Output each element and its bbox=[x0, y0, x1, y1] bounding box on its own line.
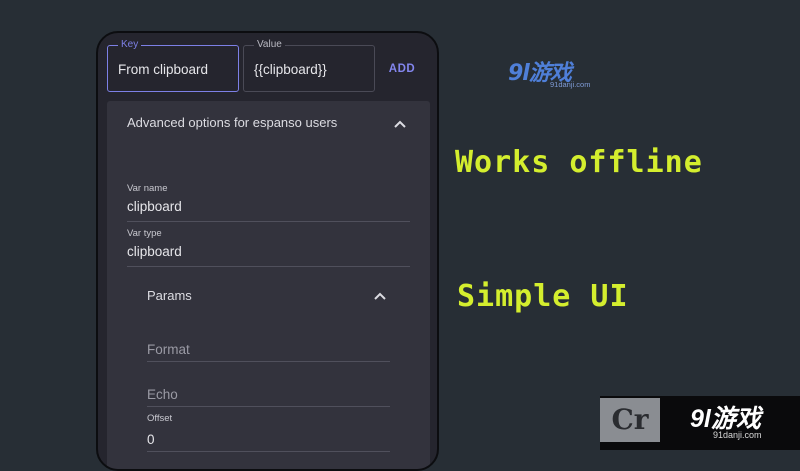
var-name-field[interactable]: clipboard bbox=[127, 199, 410, 222]
watermark-bottom-domain: 91danji.com bbox=[713, 430, 762, 440]
value-label: Value bbox=[254, 38, 285, 52]
format-field[interactable]: Format bbox=[147, 342, 390, 362]
chevron-up-icon[interactable] bbox=[373, 291, 387, 301]
echo-field[interactable]: Echo bbox=[147, 387, 390, 407]
var-type-label: Var type bbox=[127, 228, 162, 239]
offset-field[interactable]: 0 bbox=[147, 432, 390, 452]
value-input-value[interactable]: {{clipboard}} bbox=[254, 62, 327, 77]
watermark-top-domain: 91danji.com bbox=[550, 80, 591, 89]
watermark-cr-logo: Cr bbox=[600, 398, 660, 442]
promo-works-offline: Works offline bbox=[455, 145, 703, 180]
advanced-options-header[interactable]: Advanced options for espanso users bbox=[127, 115, 337, 130]
chevron-up-icon[interactable] bbox=[393, 119, 407, 129]
params-header[interactable]: Params bbox=[147, 288, 192, 303]
watermark-logo-bottom: Cr 9l游戏 91danji.com bbox=[600, 396, 800, 450]
phone-frame: Key From clipboard Value {{clipboard}} A… bbox=[96, 31, 439, 471]
promo-simple-ui: Simple UI bbox=[457, 279, 629, 314]
var-name-label: Var name bbox=[127, 183, 168, 194]
key-field[interactable]: Key From clipboard bbox=[107, 38, 239, 92]
var-type-field[interactable]: clipboard bbox=[127, 244, 410, 267]
offset-label: Offset bbox=[147, 413, 173, 424]
value-field[interactable]: Value {{clipboard}} bbox=[243, 38, 375, 92]
key-label: Key bbox=[118, 38, 142, 52]
advanced-options-panel: Advanced options for espanso users Var n… bbox=[107, 101, 430, 469]
key-input-value[interactable]: From clipboard bbox=[118, 62, 208, 77]
add-button[interactable]: ADD bbox=[380, 59, 424, 79]
watermark-logo-top: 9l游戏 91danji.com bbox=[508, 55, 590, 89]
